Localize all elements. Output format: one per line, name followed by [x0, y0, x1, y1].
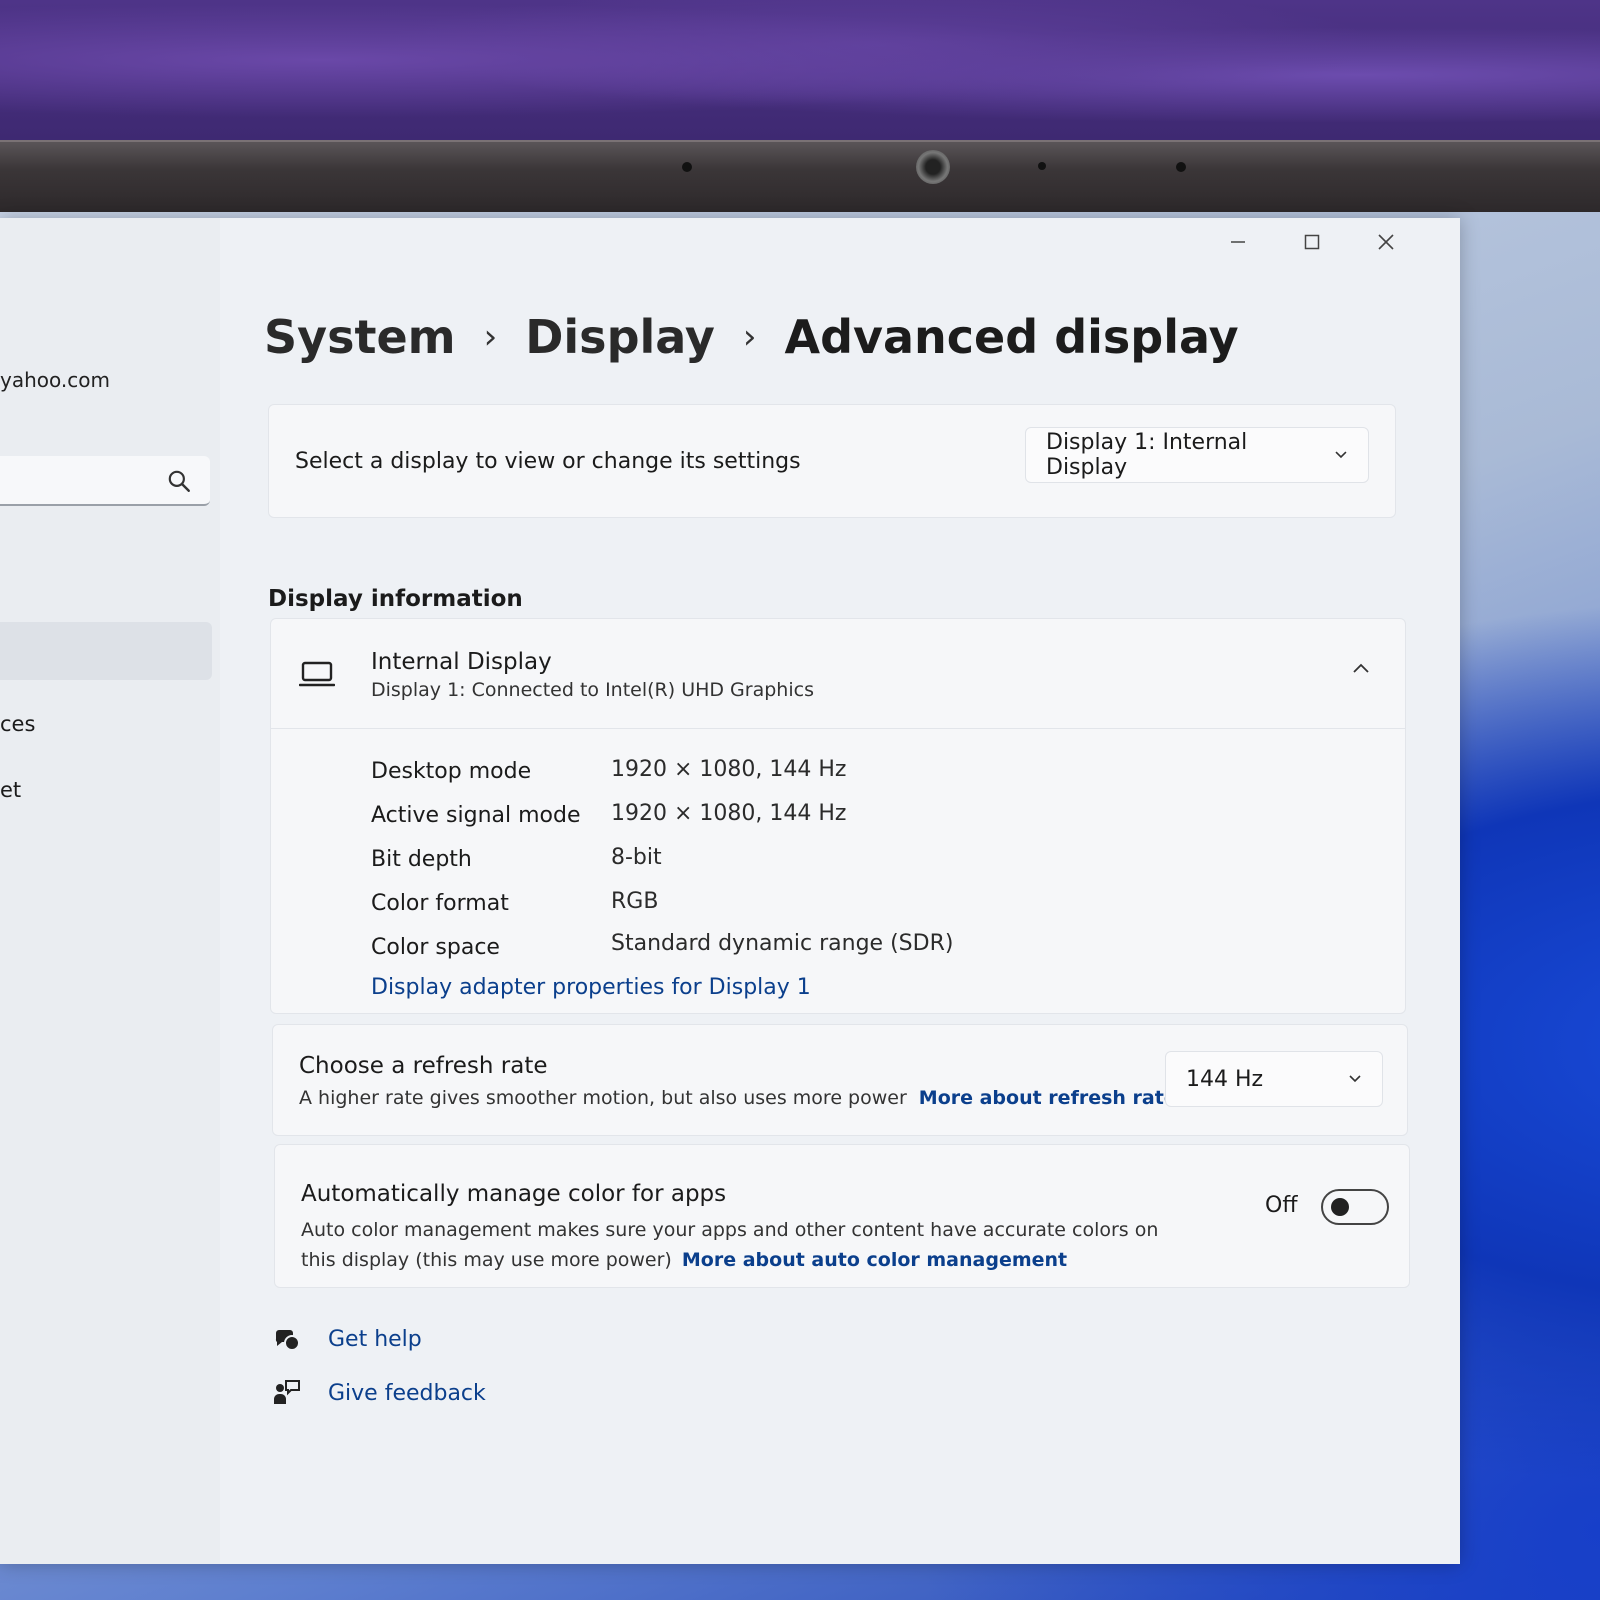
- info-value: RGB: [611, 889, 659, 914]
- refresh-rate-dropdown[interactable]: 144 Hz: [1165, 1051, 1383, 1107]
- info-label: Bit depth: [371, 847, 472, 872]
- refresh-rate-value: 144 Hz: [1186, 1066, 1264, 1092]
- give-feedback-label: Give feedback: [328, 1380, 486, 1406]
- feedback-icon: [274, 1380, 300, 1404]
- display-select-dropdown[interactable]: Display 1: Internal Display: [1025, 427, 1369, 483]
- refresh-rate-card: Choose a refresh rate A higher rate give…: [272, 1024, 1408, 1136]
- info-value: 1920 × 1080, 144 Hz: [611, 757, 847, 782]
- minimize-icon: [1231, 241, 1245, 243]
- sidebar: yahoo.com ces et: [0, 218, 220, 1564]
- display-connection: Display 1: Connected to Intel(R) UHD Gra…: [371, 679, 814, 701]
- breadcrumb-separator: ›: [483, 317, 498, 357]
- bezel-sensor: [682, 162, 692, 172]
- refresh-rate-description-text: A higher rate gives smoother motion, but…: [299, 1087, 907, 1109]
- auto-color-toggle-label: Off: [1265, 1193, 1298, 1218]
- settings-window: yahoo.com ces et System › Display › Adva…: [0, 218, 1460, 1564]
- account-email: yahoo.com: [0, 368, 110, 392]
- info-label: Color format: [371, 891, 509, 916]
- info-label: Active signal mode: [371, 803, 581, 828]
- fabric-background: [0, 0, 1600, 150]
- bezel-sensor: [1176, 162, 1186, 172]
- breadcrumb: System › Display › Advanced display: [264, 310, 1239, 364]
- auto-color-card: Automatically manage color for apps Auto…: [274, 1144, 1410, 1288]
- breadcrumb-system[interactable]: System: [264, 310, 456, 364]
- info-label: Color space: [371, 935, 500, 960]
- display-select-card: Select a display to view or change its s…: [268, 404, 1396, 518]
- refresh-rate-title: Choose a refresh rate: [299, 1053, 548, 1079]
- info-value: 8-bit: [611, 845, 662, 870]
- get-help-label: Get help: [328, 1326, 422, 1352]
- laptop-icon: [299, 661, 335, 687]
- give-feedback-link[interactable]: Give feedback: [272, 1378, 486, 1408]
- chevron-up-icon[interactable]: [1351, 659, 1371, 679]
- section-title-display-information: Display information: [268, 586, 523, 612]
- auto-color-toggle[interactable]: [1321, 1189, 1389, 1225]
- breadcrumb-separator: ›: [742, 317, 757, 357]
- chevron-down-icon: [1349, 1075, 1361, 1083]
- close-button[interactable]: [1372, 228, 1400, 256]
- info-value: 1920 × 1080, 144 Hz: [611, 801, 847, 826]
- display-select-value: Display 1: Internal Display: [1046, 430, 1248, 480]
- close-icon: [1378, 234, 1394, 250]
- more-about-refresh-rate-link[interactable]: More about refresh rate: [919, 1087, 1177, 1109]
- window-controls: [1224, 228, 1400, 256]
- bezel-sensor: [1038, 162, 1046, 170]
- search-input[interactable]: [0, 456, 210, 506]
- more-about-auto-color-link[interactable]: More about auto color management: [682, 1249, 1067, 1271]
- display-adapter-properties-link[interactable]: Display adapter properties for Display 1: [371, 975, 811, 1000]
- page-title: Advanced display: [784, 310, 1239, 364]
- help-chat-icon: [275, 1330, 300, 1351]
- maximize-icon: [1304, 234, 1320, 250]
- sidebar-item-selected[interactable]: [0, 622, 212, 680]
- sidebar-item[interactable]: et: [0, 778, 21, 802]
- toggle-knob: [1331, 1198, 1349, 1216]
- maximize-button[interactable]: [1298, 228, 1326, 256]
- sidebar-item[interactable]: ces: [0, 712, 35, 736]
- laptop-bezel: [0, 140, 1600, 220]
- display-name: Internal Display: [371, 649, 552, 675]
- refresh-rate-description: A higher rate gives smoother motion, but…: [299, 1087, 1177, 1109]
- display-select-label: Select a display to view or change its s…: [295, 449, 801, 474]
- chevron-down-icon: [1335, 451, 1347, 459]
- webcam: [916, 150, 950, 184]
- display-information-card: Internal Display Display 1: Connected to…: [270, 618, 1406, 1014]
- auto-color-description: Auto color management makes sure your ap…: [301, 1215, 1181, 1275]
- search-icon: [168, 470, 190, 492]
- breadcrumb-display[interactable]: Display: [525, 310, 715, 364]
- minimize-button[interactable]: [1224, 228, 1252, 256]
- auto-color-title: Automatically manage color for apps: [301, 1181, 727, 1207]
- info-value: Standard dynamic range (SDR): [611, 931, 954, 956]
- display-information-header[interactable]: Internal Display Display 1: Connected to…: [271, 619, 1405, 729]
- get-help-link[interactable]: Get help: [272, 1324, 422, 1354]
- info-label: Desktop mode: [371, 759, 532, 784]
